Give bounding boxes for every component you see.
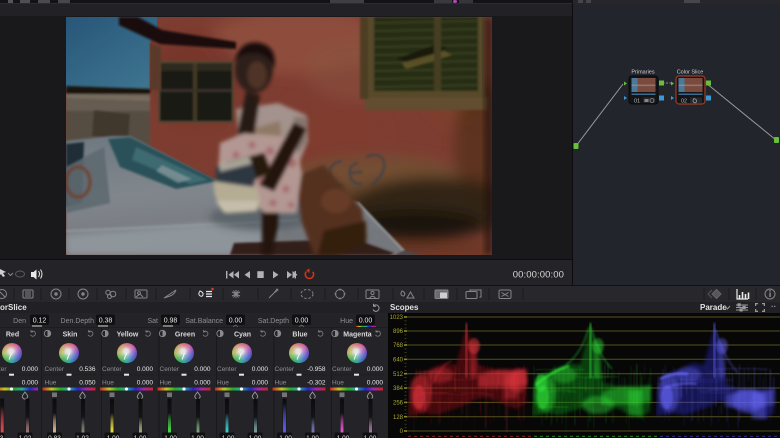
svg-text:Red: Red (6, 332, 19, 339)
svg-text:00:00:00:00: 00:00:00:00 (513, 270, 564, 281)
svg-text:Blue: Blue (292, 332, 307, 339)
svg-text:Skin: Skin (63, 332, 78, 339)
svg-text:Hue: Hue (340, 318, 353, 325)
svg-text:Center: Center (160, 366, 180, 373)
svg-text:896: 896 (393, 329, 404, 335)
svg-text:Green: Green (175, 332, 195, 339)
svg-text:0.050: 0.050 (79, 380, 96, 387)
svg-text:0.000: 0.000 (367, 366, 384, 373)
svg-text:512: 512 (393, 372, 404, 378)
svg-text:0.000: 0.000 (367, 380, 384, 387)
svg-text:0: 0 (400, 429, 404, 435)
svg-text:02: 02 (681, 99, 687, 105)
svg-text:Sat.Depth: Sat.Depth (258, 318, 289, 325)
svg-text:Hue: Hue (45, 380, 57, 387)
svg-text:640: 640 (393, 358, 404, 364)
svg-text:Yellow: Yellow (117, 332, 139, 339)
svg-text:Magenta: Magenta (343, 332, 372, 339)
svg-text:Cyan: Cyan (234, 332, 251, 339)
svg-text:128: 128 (393, 415, 404, 421)
svg-text:Center: Center (102, 366, 122, 373)
svg-text:0.98: 0.98 (164, 318, 178, 325)
svg-text:0.000: 0.000 (194, 366, 211, 373)
svg-text:0.00: 0.00 (359, 318, 373, 325)
svg-text:Den.Depth: Den.Depth (61, 318, 95, 325)
svg-text:1023: 1023 (390, 315, 404, 321)
svg-text:Center: Center (332, 366, 352, 373)
svg-text:-0.302: -0.302 (307, 380, 326, 387)
svg-text:-0.958: -0.958 (307, 366, 326, 373)
svg-text:Hue: Hue (160, 380, 172, 387)
svg-text:256: 256 (393, 401, 404, 407)
svg-text:0.000: 0.000 (22, 366, 39, 373)
svg-text:Hue: Hue (102, 380, 114, 387)
svg-text:Center: Center (45, 366, 65, 373)
svg-text:0.000: 0.000 (252, 366, 269, 373)
svg-text:0.12: 0.12 (33, 318, 47, 325)
svg-text:0.00: 0.00 (295, 318, 309, 325)
svg-text:Primaries: Primaries (631, 70, 654, 76)
svg-text:Sat: Sat (147, 318, 158, 325)
svg-text:0.000: 0.000 (22, 380, 39, 387)
svg-text:768: 768 (393, 343, 404, 349)
svg-text:Den: Den (13, 318, 26, 325)
svg-text:Sat.Balance: Sat.Balance (185, 318, 223, 325)
svg-text:0.000: 0.000 (137, 380, 154, 387)
svg-text:Center: Center (0, 366, 7, 373)
svg-text:Center: Center (217, 366, 237, 373)
svg-text:Hue: Hue (332, 380, 344, 387)
svg-text:384: 384 (393, 386, 404, 392)
svg-text:Hue: Hue (217, 380, 229, 387)
svg-text:Hue: Hue (275, 380, 287, 387)
svg-text:Center: Center (275, 366, 295, 373)
svg-text:0.38: 0.38 (99, 318, 113, 325)
svg-text:0.000: 0.000 (137, 366, 154, 373)
svg-text:0.536: 0.536 (79, 366, 96, 373)
svg-text:0.000: 0.000 (194, 380, 211, 387)
svg-text:Color Slice: Color Slice (677, 70, 704, 76)
svg-text:0.00: 0.00 (229, 318, 243, 325)
svg-text:01: 01 (634, 99, 640, 105)
svg-text:0.000: 0.000 (252, 380, 269, 387)
